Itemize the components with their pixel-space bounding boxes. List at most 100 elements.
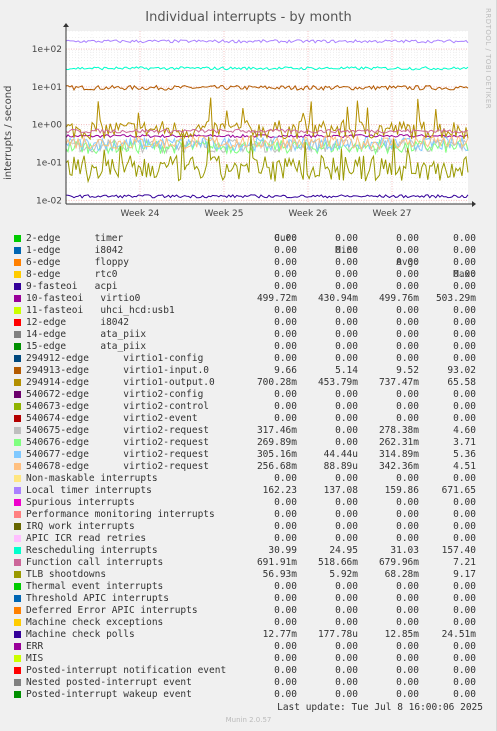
legend-series-name: APIC ICR read retries <box>26 533 147 544</box>
legend-series-name: Thermal event interrupts <box>26 581 164 592</box>
legend-series-name: Posted-interrupt notification event <box>26 665 227 676</box>
legend-row: 294913-edge virtio1-input.0 9.66 5.14 9.52 9… <box>12 365 486 377</box>
legend-max-value: 0.00 <box>453 269 476 280</box>
legend-avg-value: 0.00 <box>396 497 419 508</box>
legend-row: Thermal event interrupts 0.00 0.00 0.00 0.00 <box>12 581 486 593</box>
legend-avg-value: 0.00 <box>396 269 419 280</box>
legend-avg-value: 0.00 <box>396 413 419 424</box>
legend-avg-value: 262.31m <box>378 437 419 448</box>
legend-min-value: 0.00 <box>335 677 358 688</box>
legend-row: 9-fasteoi acpi 0.00 0.00 0.00 0.00 <box>12 281 486 293</box>
legend-series-name: 14-edge ata_piix <box>26 329 147 340</box>
legend-max-value: 0.00 <box>453 617 476 628</box>
legend-swatch <box>14 643 21 650</box>
legend-series-name: 12-edge i8042 <box>26 317 129 328</box>
legend-avg-value: 0.00 <box>396 353 419 364</box>
legend-series-name: 294914-edge virtio1-output.0 <box>26 377 215 388</box>
legend-avg-value: 0.00 <box>396 341 419 352</box>
legend-avg-value: 499.76m <box>378 293 419 304</box>
legend-cur-value: 0.00 <box>274 665 297 676</box>
legend-avg-value: 0.00 <box>396 653 419 664</box>
legend-series-name: ERR <box>26 641 44 652</box>
legend-max-value: 0.00 <box>453 281 476 292</box>
legend-max-value: 65.58 <box>447 377 476 388</box>
legend-row: Non-maskable interrupts 0.00 0.00 0.00 0.00 <box>12 473 486 485</box>
legend-max-value: 0.00 <box>453 509 476 520</box>
legend-avg-value: 278.38m <box>378 425 419 436</box>
legend-avg-value: 0.00 <box>396 305 419 316</box>
legend-series-name: Performance monitoring interrupts <box>26 509 215 520</box>
legend-max-value: 0.00 <box>453 497 476 508</box>
legend-row: 6-edge floppy 0.00 0.00 0.00 0.00 <box>12 257 486 269</box>
legend-swatch <box>14 667 21 674</box>
legend-min-value: 0.00 <box>335 305 358 316</box>
legend-max-value: 0.00 <box>453 689 476 700</box>
legend-swatch <box>14 295 21 302</box>
legend-min-value: 0.00 <box>335 665 358 676</box>
legend-cur-value: 317.46m <box>256 425 297 436</box>
legend-header: Cur: Min: Avg: Max: <box>12 221 486 280</box>
legend-max-value: 0.00 <box>453 605 476 616</box>
legend-swatch <box>14 571 21 578</box>
legend-row: Performance monitoring interrupts 0.00 0.0… <box>12 509 486 521</box>
legend-min-value: 0.00 <box>335 245 358 256</box>
legend-row: 294912-edge virtio1-config 0.00 0.00 0.00 0.… <box>12 353 486 365</box>
legend-min-value: 0.00 <box>335 473 358 484</box>
legend-series-name: 540674-edge virtio2-event <box>26 413 198 424</box>
legend-row: 2-edge timer 0.00 0.00 0.00 0.00 <box>12 233 486 245</box>
legend-series-name: 1-edge i8042 <box>26 245 124 256</box>
legend-min-value: 0.00 <box>335 605 358 616</box>
legend-max-value: 24.51m <box>441 629 476 640</box>
y-tick-label: 1e-01 <box>36 159 62 169</box>
x-tick-label: Week 24 <box>121 209 160 219</box>
legend-min-value: 0.00 <box>335 413 358 424</box>
y-tick-label: 1e+02 <box>32 45 62 55</box>
legend-max-value: 0.00 <box>453 665 476 676</box>
legend-row: APIC ICR read retries 0.00 0.00 0.00 0.00 <box>12 533 486 545</box>
legend-avg-value: 0.00 <box>396 677 419 688</box>
legend-min-value: 0.00 <box>335 533 358 544</box>
legend-series-name: 15-edge ata_piix <box>26 341 147 352</box>
legend-max-value: 671.65 <box>441 485 476 496</box>
legend-cur-value: 0.00 <box>274 341 297 352</box>
legend-swatch <box>14 619 21 626</box>
legend-max-value: 0.00 <box>453 581 476 592</box>
legend-avg-value: 679.96m <box>378 557 419 568</box>
legend-series-name: 540675-edge virtio2-request <box>26 425 210 436</box>
legend-avg-value: 0.00 <box>396 389 419 400</box>
legend-series-name: 540677-edge virtio2-request <box>26 449 210 460</box>
legend-min-value: 453.79m <box>317 377 358 388</box>
legend-cur-value: 0.00 <box>274 473 297 484</box>
legend-avg-value: 0.00 <box>396 581 419 592</box>
legend-cur-value: 30.99 <box>268 545 297 556</box>
legend-avg-value: 0.00 <box>396 317 419 328</box>
legend-series-name: Rescheduling interrupts <box>26 545 158 556</box>
legend-swatch <box>14 487 21 494</box>
legend-series-name: Local timer interrupts <box>26 485 152 496</box>
legend-min-value: 5.92m <box>329 569 358 580</box>
legend-swatch <box>14 535 21 542</box>
legend-cur-value: 0.00 <box>274 689 297 700</box>
legend-series-name: TLB shootdowns <box>26 569 107 580</box>
legend-max-value: 0.00 <box>453 401 476 412</box>
legend-row: Spurious interrupts 0.00 0.00 0.00 0.00 <box>12 497 486 509</box>
legend-swatch <box>14 403 21 410</box>
legend-avg-value: 0.00 <box>396 257 419 268</box>
legend-row: 11-fasteoi uhci_hcd:usb1 0.00 0.00 0.00 0.00 <box>12 305 486 317</box>
legend-avg-value: 0.00 <box>396 521 419 532</box>
legend-max-value: 0.00 <box>453 329 476 340</box>
legend-swatch <box>14 631 21 638</box>
legend-row: Rescheduling interrupts 30.99 24.95 31.03 15… <box>12 545 486 557</box>
legend-cur-value: 0.00 <box>274 641 297 652</box>
legend-avg-value: 159.86 <box>384 485 419 496</box>
legend-max-value: 0.00 <box>453 305 476 316</box>
legend-swatch <box>14 367 21 374</box>
legend-swatch <box>14 547 21 554</box>
legend-series-name: IRQ work interrupts <box>26 521 135 532</box>
chart-plot: 1e-02 1e-01 1e+00 1e+01 1e+02 Week 24 Week 25 W… <box>32 23 476 219</box>
legend-max-value: 0.00 <box>453 353 476 364</box>
legend-row: 540673-edge virtio2-control 0.00 0.00 0.00 0… <box>12 401 486 413</box>
legend-cur-value: 0.00 <box>274 269 297 280</box>
legend-avg-value: 0.00 <box>396 665 419 676</box>
legend-cur-value: 0.00 <box>274 509 297 520</box>
